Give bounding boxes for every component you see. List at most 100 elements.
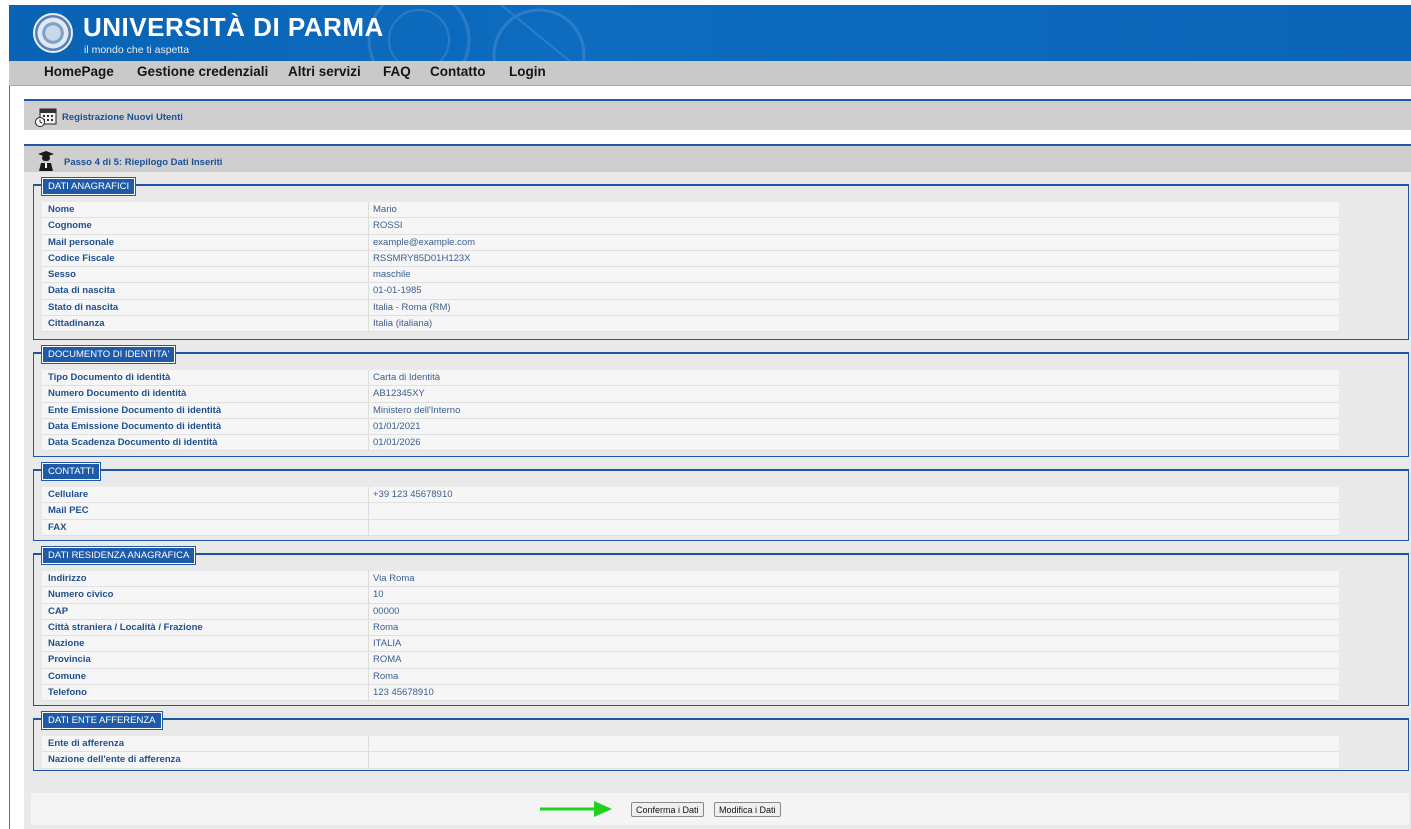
data-row: Cittadinanza Italia (italiana) bbox=[42, 316, 1339, 333]
modify-data-button[interactable]: Modifica i Dati bbox=[714, 802, 781, 817]
graduate-user-icon bbox=[38, 151, 54, 171]
row-value: 10 bbox=[373, 589, 384, 601]
row-value: 01/01/2021 bbox=[373, 420, 421, 432]
row-value: RSSMRY85D01H123X bbox=[373, 252, 471, 264]
row-value: Roma bbox=[373, 670, 399, 682]
fieldset-dati-anagrafici: DATI ANAGRAFICI Nome Mario Cognome ROSSI M… bbox=[33, 177, 1409, 340]
data-row: Indirizzo Via Roma bbox=[42, 571, 1339, 588]
row-label: Tipo Documento di identità bbox=[48, 372, 171, 383]
row-label: FAX bbox=[48, 521, 67, 533]
row-label: Cognome bbox=[48, 220, 92, 232]
row-label: Sesso bbox=[48, 269, 76, 281]
row-value: 123 45678910 bbox=[373, 687, 434, 699]
row-label: Codice Fiscale bbox=[48, 252, 115, 264]
data-row: FAX bbox=[42, 519, 1339, 536]
data-row: Codice Fiscale RSSMRY85D01H123X bbox=[42, 250, 1339, 268]
data-row: Data Scadenza Documento di identità 01/01… bbox=[42, 435, 1339, 452]
row-label: Comune bbox=[48, 670, 86, 682]
main-nav: HomePage Gestione credenziali Altri serv… bbox=[9, 61, 1411, 86]
row-label: Provincia bbox=[48, 654, 91, 666]
row-value: AB12345XY bbox=[373, 388, 425, 400]
row-label: Data Emissione Documento di identità bbox=[48, 420, 222, 432]
nav-gestione-credenziali[interactable]: Gestione credenziali bbox=[137, 64, 268, 79]
data-row: Nome Mario bbox=[42, 202, 1339, 219]
row-label: Mail personale bbox=[48, 236, 114, 248]
row-label: CAP bbox=[48, 605, 69, 617]
row-value: 01-01-1985 bbox=[373, 285, 422, 297]
row-value: Ministero dell'Interno bbox=[373, 404, 461, 416]
calendar-clock-icon bbox=[35, 108, 57, 127]
row-value: example@example.com bbox=[373, 236, 476, 248]
row-value: ITALIA bbox=[373, 638, 402, 650]
row-value: 00000 bbox=[373, 605, 400, 617]
nav-homepage[interactable]: HomePage bbox=[44, 64, 114, 79]
nav-contatto[interactable]: Contatto bbox=[430, 64, 485, 79]
row-label: Data di nascita bbox=[48, 285, 116, 297]
row-value: Italia (italiana) bbox=[373, 318, 433, 330]
row-label: Cittadinanza bbox=[48, 318, 105, 330]
university-seal-logo[interactable] bbox=[33, 13, 73, 53]
nav-faq[interactable]: FAQ bbox=[383, 64, 411, 79]
row-value: Carta di Identità bbox=[373, 372, 441, 383]
legend-dati-anagrafici: DATI ANAGRAFICI bbox=[40, 177, 137, 196]
data-row: Nazione ITALIA bbox=[42, 636, 1339, 653]
row-label: Telefono bbox=[48, 687, 87, 699]
step-header: Passo 4 di 5: Riepilogo Dati Inseriti bbox=[24, 144, 1411, 172]
data-row: Nazione dell'ente di afferenza bbox=[42, 752, 1339, 769]
row-value: Italia - Roma (RM) bbox=[373, 301, 451, 313]
data-row: Cellulare +39 123 45678910 bbox=[42, 487, 1339, 504]
data-row: Numero Documento di identità AB12345XY bbox=[42, 386, 1339, 403]
row-label: Nazione bbox=[48, 638, 85, 650]
data-row: Città straniera / Località / Frazione Rom… bbox=[42, 619, 1339, 637]
page-left-border bbox=[9, 86, 10, 829]
row-value: 01/01/2026 bbox=[373, 437, 421, 449]
page-title: Registrazione Nuovi Utenti bbox=[62, 112, 183, 123]
page-header: Registrazione Nuovi Utenti bbox=[24, 99, 1411, 130]
row-label: Numero Documento di identità bbox=[48, 388, 187, 400]
row-value: ROSSI bbox=[373, 220, 403, 232]
confirm-data-button[interactable]: Conferma i Dati bbox=[631, 802, 704, 817]
row-label: Ente di afferenza bbox=[48, 738, 125, 749]
data-row: Tipo Documento di identità Carta di Ident… bbox=[42, 370, 1339, 387]
green-arrow-icon bbox=[540, 801, 612, 817]
row-value: ROMA bbox=[373, 654, 402, 666]
row-label: Mail PEC bbox=[48, 505, 89, 517]
row-label: Data Scadenza Documento di identità bbox=[48, 437, 218, 449]
data-row: Provincia ROMA bbox=[42, 652, 1339, 669]
row-value: Via Roma bbox=[373, 573, 415, 584]
data-row: Telefono 123 45678910 bbox=[42, 685, 1339, 702]
legend-residenza-anagrafica: DATI RESIDENZA ANAGRAFICA bbox=[40, 546, 197, 565]
data-row: Cognome ROSSI bbox=[42, 218, 1339, 235]
data-row: Mail PEC bbox=[42, 503, 1339, 520]
nav-altri-servizi[interactable]: Altri servizi bbox=[288, 64, 361, 79]
data-row: CAP 00000 bbox=[42, 603, 1339, 620]
row-label: Numero civico bbox=[48, 589, 114, 601]
row-value: Roma bbox=[373, 621, 399, 633]
row-value: Mario bbox=[373, 204, 397, 215]
data-row: Ente di afferenza bbox=[42, 736, 1339, 753]
university-name[interactable]: UNIVERSITÀ DI PARMA bbox=[83, 12, 384, 43]
data-row: Data di nascita 01-01-1985 bbox=[42, 283, 1339, 300]
row-label: Ente Emissione Documento di identità bbox=[48, 404, 222, 416]
row-value: maschile bbox=[373, 269, 411, 281]
data-row: Sesso maschile bbox=[42, 267, 1339, 284]
nav-login[interactable]: Login bbox=[509, 64, 546, 79]
data-row: Ente Emissione Documento di identità Mini… bbox=[42, 402, 1339, 419]
step-title: Passo 4 di 5: Riepilogo Dati Inseriti bbox=[64, 157, 223, 168]
fieldset-contatti: CONTATTI Cellulare +39 123 45678910 Mail … bbox=[33, 462, 1409, 541]
header-banner: UNIVERSITÀ DI PARMA il mondo che ti aspe… bbox=[9, 5, 1411, 61]
data-row: Mail personale example@example.com bbox=[42, 234, 1339, 251]
university-tagline: il mondo che ti aspetta bbox=[84, 44, 190, 56]
row-label: Stato di nascita bbox=[48, 301, 119, 313]
legend-documento-identita: DOCUMENTO DI IDENTITA' bbox=[40, 345, 177, 364]
fieldset-ente-afferenza: DATI ENTE AFFERENZA Ente di afferenza Na… bbox=[33, 711, 1409, 771]
legend-contatti: CONTATTI bbox=[40, 462, 102, 481]
data-row: Comune Roma bbox=[42, 668, 1339, 686]
banner-pattern bbox=[367, 5, 586, 61]
row-label: Nome bbox=[48, 204, 75, 215]
row-label: Nazione dell'ente di afferenza bbox=[48, 754, 181, 766]
fieldset-residenza-anagrafica: DATI RESIDENZA ANAGRAFICA Indirizzo Via R… bbox=[33, 546, 1409, 706]
data-row: Data Emissione Documento di identità 01/0… bbox=[42, 418, 1339, 436]
row-label: Indirizzo bbox=[48, 573, 87, 584]
data-row: Numero civico 10 bbox=[42, 587, 1339, 604]
